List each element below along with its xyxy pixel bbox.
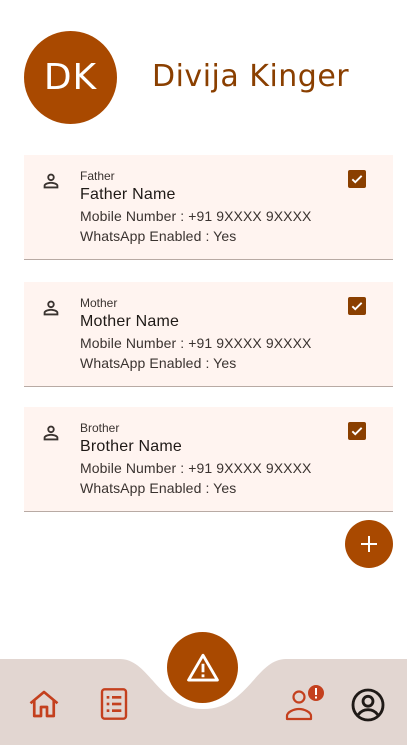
contact-name: Mother Name bbox=[80, 313, 180, 330]
contact-checkbox[interactable] bbox=[348, 170, 366, 188]
contact-relation: Brother bbox=[80, 421, 120, 435]
person-icon bbox=[40, 170, 62, 192]
contact-whatsapp: WhatsApp Enabled : Yes bbox=[80, 355, 237, 371]
plus-icon bbox=[361, 536, 377, 552]
profile-name: Divija Kinger bbox=[152, 59, 350, 94]
person-icon bbox=[40, 422, 62, 444]
add-contact-button[interactable] bbox=[345, 520, 393, 568]
contact-card-mother[interactable]: Mother Mother Name Mobile Number : +91 9… bbox=[24, 282, 393, 387]
nav-account[interactable] bbox=[347, 684, 389, 726]
contact-mobile: Mobile Number : +91 9XXXX 9XXXX bbox=[80, 208, 312, 224]
contact-whatsapp: WhatsApp Enabled : Yes bbox=[80, 228, 237, 244]
contact-mobile: Mobile Number : +91 9XXXX 9XXXX bbox=[80, 460, 312, 476]
contact-whatsapp: WhatsApp Enabled : Yes bbox=[80, 480, 237, 496]
emergency-alert-button[interactable] bbox=[167, 632, 238, 703]
checkmark-icon bbox=[351, 175, 363, 184]
contact-checkbox[interactable] bbox=[348, 422, 366, 440]
contact-card-brother[interactable]: Brother Brother Name Mobile Number : +91… bbox=[24, 407, 393, 512]
nav-contacts-alert[interactable] bbox=[282, 684, 326, 724]
person-alert-icon bbox=[285, 685, 324, 721]
contact-card-father[interactable]: Father Father Name Mobile Number : +91 9… bbox=[24, 155, 393, 260]
contact-name: Brother Name bbox=[80, 438, 182, 455]
checkmark-icon bbox=[351, 302, 363, 311]
checkmark-icon bbox=[351, 427, 363, 436]
contact-checkbox[interactable] bbox=[348, 297, 366, 315]
nav-records[interactable] bbox=[94, 684, 134, 724]
contact-mobile: Mobile Number : +91 9XXXX 9XXXX bbox=[80, 335, 312, 351]
avatar[interactable]: DK bbox=[24, 31, 117, 124]
contact-relation: Father bbox=[80, 169, 115, 183]
person-icon bbox=[40, 297, 62, 319]
account-circle-icon bbox=[351, 688, 385, 722]
warning-icon bbox=[186, 653, 219, 681]
home-icon bbox=[29, 690, 59, 718]
contact-name: Father Name bbox=[80, 186, 176, 203]
contact-relation: Mother bbox=[80, 296, 118, 310]
document-list-icon bbox=[100, 688, 128, 720]
profile-header: DK Divija Kinger bbox=[24, 31, 394, 124]
nav-home[interactable] bbox=[24, 684, 64, 724]
